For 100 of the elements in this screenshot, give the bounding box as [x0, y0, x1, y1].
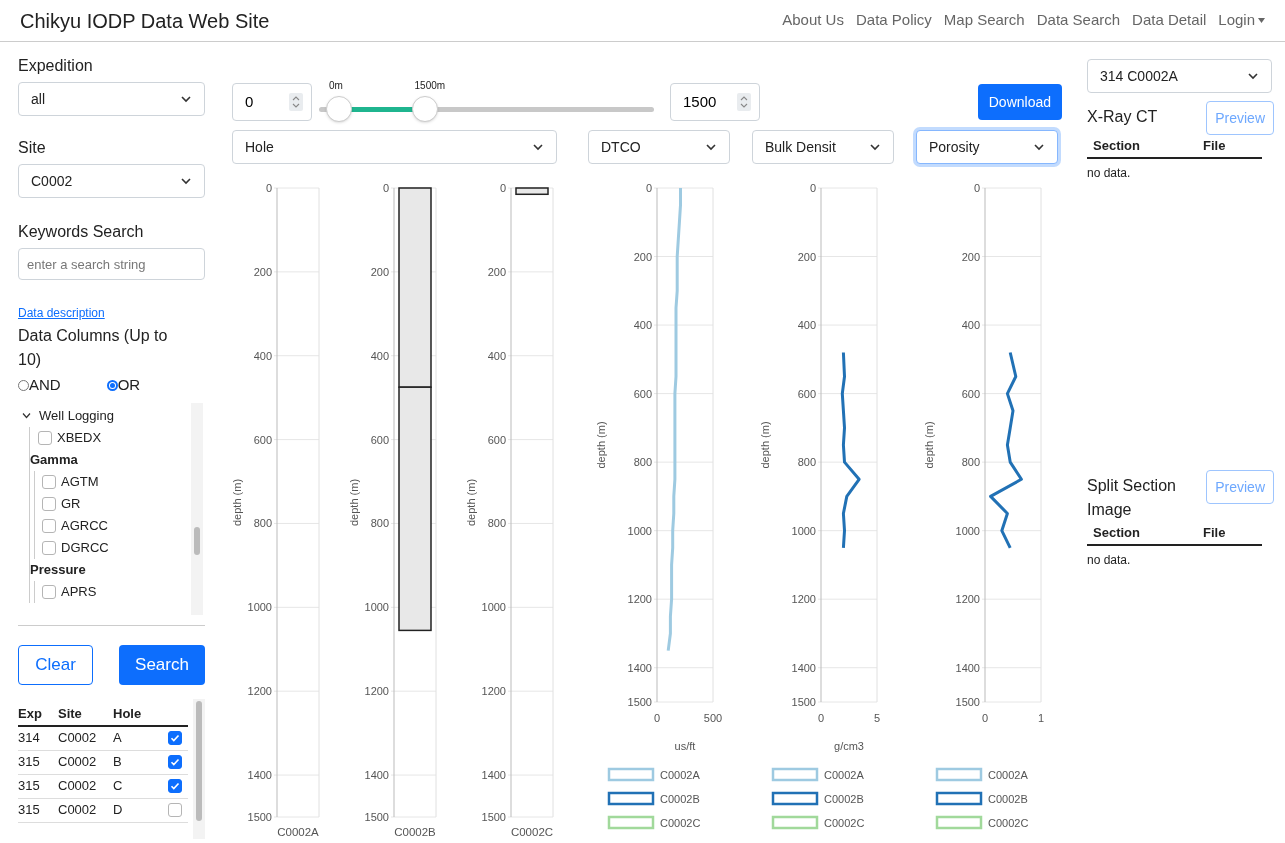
number-input[interactable]: 1500 — [670, 83, 760, 121]
legend-label: C0002B — [824, 793, 864, 805]
radio-label[interactable]: OR — [117, 374, 141, 397]
checkbox[interactable] — [42, 496, 56, 511]
axis-tick-label: 1000 — [627, 524, 652, 537]
field-label: Site — [18, 138, 47, 158]
clear-button[interactable]: Clear — [18, 644, 93, 685]
axis-tick-label: 0 — [973, 182, 980, 194]
slider-thumb[interactable] — [326, 96, 352, 122]
checkbox[interactable] — [168, 731, 182, 745]
tree-item-label[interactable]: GR — [61, 493, 81, 514]
axis-tick-label: 0 — [981, 712, 989, 724]
axis-tick-label: 200 — [370, 265, 389, 278]
log-type-select[interactable]: Bulk Densit — [752, 130, 894, 164]
checkbox[interactable] — [168, 755, 182, 769]
axis-tick-label: 600 — [633, 387, 652, 400]
checkbox[interactable] — [168, 803, 182, 817]
table-cell-text: C0002 — [58, 777, 98, 796]
table-cell-text: 315 — [18, 777, 41, 796]
spinner-icon[interactable] — [737, 93, 751, 111]
expedition-select[interactable]: all — [18, 82, 205, 116]
axis-tick-label: 400 — [487, 349, 506, 362]
axis-title: depth (m) — [348, 478, 360, 527]
log-type-select[interactable]: Porosity — [916, 130, 1058, 164]
log-type-select[interactable]: DTCO — [588, 130, 730, 164]
checkbox[interactable] — [42, 474, 56, 489]
axis-title: depth (m) — [595, 421, 607, 469]
empty-message: no data. — [1087, 552, 1132, 569]
search-field[interactable]: enter a search string — [18, 248, 205, 280]
axis-title: depth (m) — [465, 478, 477, 527]
download-button[interactable]: Download — [977, 84, 1062, 120]
scrollbar[interactable] — [193, 698, 205, 839]
axis-tick-label: 0 — [809, 182, 816, 194]
nav-link[interactable]: Data Search — [1036, 9, 1121, 32]
table-cell-text: C — [113, 777, 124, 796]
column-header: Exp — [18, 704, 43, 723]
checkbox[interactable] — [42, 584, 56, 599]
tree-group-label: Gamma — [30, 450, 78, 469]
tree-item-label[interactable]: DGRCC — [61, 537, 109, 558]
axis-tick-label: 0 — [653, 712, 661, 724]
check-icon — [170, 733, 180, 743]
axis-tick-label: 1400 — [627, 661, 652, 674]
column-header: File — [1203, 137, 1226, 156]
checkbox[interactable] — [42, 518, 56, 533]
nav-link[interactable]: About Us — [782, 9, 844, 32]
hole-select[interactable]: Hole — [232, 130, 557, 164]
site-select[interactable]: C0002 — [18, 164, 205, 198]
slider-thumb[interactable] — [411, 96, 438, 122]
axis-title: depth (m) — [231, 478, 243, 527]
checkbox[interactable] — [168, 779, 182, 793]
search-button[interactable]: Search — [119, 644, 205, 685]
axis-tick-label: 1200 — [481, 685, 506, 698]
radio-button[interactable] — [106, 379, 118, 391]
chevron-down-icon[interactable] — [22, 411, 31, 420]
nav-link[interactable]: Map Search — [943, 9, 1025, 32]
nav-link[interactable]: Data Detail — [1132, 9, 1207, 32]
legend-label: C0002A — [988, 769, 1028, 781]
check-icon — [170, 757, 180, 767]
legend-label: C0002C — [824, 817, 865, 829]
axis-tick-label: C0002C — [510, 826, 554, 838]
site-title[interactable]: Chikyu IODP Data Web Site — [20, 5, 270, 36]
tree-item-label[interactable]: AGTM — [61, 471, 99, 492]
data-description-link[interactable]: Data description — [18, 304, 197, 322]
chevron-down-icon — [180, 175, 192, 187]
checkbox[interactable] — [42, 540, 56, 555]
axis-tick-label: C0002B — [394, 826, 436, 838]
axis-tick-label: 400 — [961, 319, 980, 332]
axis-title: g/cm3 — [834, 740, 864, 752]
nav-link[interactable]: Data Policy — [855, 9, 932, 32]
scrollbar[interactable] — [191, 402, 203, 615]
axis-title: depth (m) — [759, 421, 771, 469]
tree-item-label[interactable]: AGRCC — [61, 515, 108, 536]
axis-tick-label: 200 — [253, 265, 272, 278]
axis-tick-label: 200 — [961, 250, 980, 263]
chevron-down-icon — [1033, 141, 1045, 153]
tree-folder-label[interactable]: Well Logging — [39, 405, 114, 426]
table-cell-text: C0002 — [58, 753, 98, 772]
chevron-down-icon — [1247, 70, 1259, 82]
tree-item-label[interactable]: XBEDX — [57, 427, 102, 448]
spinner-icon[interactable] — [289, 93, 303, 111]
column-header: Section — [1093, 524, 1141, 543]
radio-label[interactable]: AND — [29, 374, 61, 397]
axis-tick-label: 500 — [703, 712, 723, 724]
checkbox[interactable] — [38, 430, 52, 445]
hole-select[interactable]: 314 C0002A — [1087, 59, 1272, 93]
axis-tick-label: 0 — [499, 182, 506, 194]
axis-tick-label: 1400 — [791, 661, 816, 674]
axis-tick-label: 1400 — [364, 769, 389, 782]
tree-item-label[interactable]: APRS — [61, 581, 97, 602]
caret-icon — [1258, 18, 1265, 23]
login-menu[interactable]: Login — [1218, 9, 1265, 32]
axis-title: depth (m) — [923, 421, 935, 469]
table-cell-text: B — [113, 753, 123, 772]
field-label: Expedition — [18, 56, 94, 76]
number-input[interactable]: 0 — [232, 83, 312, 121]
column-header: File — [1203, 524, 1226, 543]
axis-tick-label: 1200 — [955, 593, 980, 606]
axis-tick-label: 1400 — [481, 769, 506, 782]
axis-tick-label: 400 — [370, 349, 389, 362]
axis-tick-label: 1500 — [955, 696, 980, 708]
